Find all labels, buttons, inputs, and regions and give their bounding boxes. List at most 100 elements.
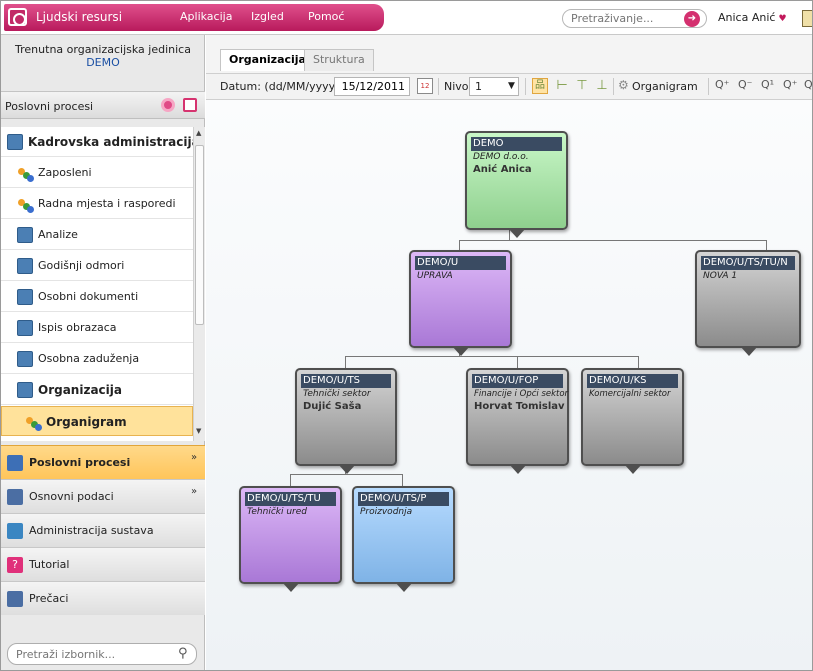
help-icon: ?: [7, 557, 23, 573]
chevron-double-down-icon: »: [191, 486, 198, 497]
expand-arrow-icon[interactable]: [282, 582, 300, 592]
org-node-demo-u-ts[interactable]: DEMO/U/TS Tehnički sektor Dujić Saša: [295, 368, 397, 474]
org-unit-info: Trenutna organizacijska jedinica DEMO: [1, 43, 205, 69]
org-node-code: DEMO/U/TS/P: [358, 492, 449, 506]
org-node-name: Tehnički sektor: [303, 389, 371, 399]
sidebar-menu: Kadrovska administracija Zaposleni Radna…: [1, 127, 193, 441]
people-icon: [18, 197, 34, 213]
grid-icon: [17, 227, 33, 243]
menu-izgled[interactable]: Izgled: [251, 10, 284, 23]
tab-organizacija[interactable]: Organizacija: [220, 49, 315, 71]
org-node-code: DEMO/U/TS/TU: [245, 492, 336, 506]
org-node-demo-u-fop[interactable]: DEMO/U/FOP Financije i Opći sektor Horva…: [466, 368, 569, 474]
sidebar-item-ispis-obrazaca[interactable]: Ispis obrazaca: [1, 313, 193, 343]
calendar-icon[interactable]: [802, 10, 812, 27]
sidebar-item-radna-mjesta[interactable]: Radna mjesta i rasporedi: [1, 189, 193, 219]
org-node-code: DEMO/U: [415, 256, 506, 270]
scroll-up-icon[interactable]: ▲: [196, 129, 201, 137]
sidebar-section-header: Poslovni procesi: [1, 91, 205, 119]
accordion-precaci[interactable]: Prečaci: [1, 581, 205, 615]
date-label: Datum: (dd/MM/yyyy): [220, 80, 340, 93]
org-node-demo[interactable]: DEMO DEMO d.o.o. Anić Anica: [465, 131, 568, 238]
sidebar-search-input[interactable]: [16, 647, 166, 661]
search-go-icon[interactable]: ➜: [684, 11, 700, 27]
zoom-reset-icon[interactable]: Q¹: [761, 78, 777, 94]
org-node-demo-u-ts-tu-n[interactable]: DEMO/U/TS/TU/N NOVA 1: [695, 250, 801, 356]
tree-horizontal-icon[interactable]: ⊢: [554, 78, 570, 94]
sidebar-item-label: Zaposleni: [38, 166, 92, 179]
org-node-name: Financije i Opći sektor: [474, 389, 569, 399]
org-node-demo-u-ts-tu[interactable]: DEMO/U/TS/TU Tehnički ured: [239, 486, 342, 592]
nivo-label: Nivo: [444, 80, 469, 93]
global-search-input[interactable]: [571, 11, 681, 26]
sidebar-item-analize[interactable]: Analize: [1, 220, 193, 250]
expand-arrow-icon[interactable]: [338, 464, 356, 474]
sidebar-item-organigram[interactable]: Organigram: [1, 406, 193, 436]
sidebar-item-godisnji-odmori[interactable]: Godišnji odmori: [1, 251, 193, 281]
tree-view-icon[interactable]: 品: [532, 78, 548, 94]
org-node-demo-u-ks[interactable]: DEMO/U/KS Komercijalni sektor: [581, 368, 684, 474]
date-field[interactable]: [334, 77, 410, 96]
toolbar-separator: [438, 78, 439, 95]
expand-arrow-icon[interactable]: [509, 464, 527, 474]
scroll-down-icon[interactable]: ▼: [196, 427, 201, 435]
sidebar-item-kadrovska-administracija[interactable]: Kadrovska administracija: [1, 127, 193, 157]
accordion-label: Osnovni podaci: [29, 490, 114, 503]
sidebar-item-label: Ispis obrazaca: [38, 321, 117, 334]
top-bar: Ljudski resursi Aplikacija Izgled Pomoć …: [1, 1, 812, 35]
tree-right-icon[interactable]: ⊥: [594, 78, 610, 94]
org-node-demo-u-ts-p[interactable]: DEMO/U/TS/P Proizvodnja: [352, 486, 455, 592]
user-menu[interactable]: Anica Anić ♥: [718, 11, 787, 24]
connector-line: [638, 356, 639, 368]
tree-left-icon[interactable]: ⊤: [574, 78, 590, 94]
accordion-osnovni-podaci[interactable]: Osnovni podaci »: [1, 479, 205, 513]
connector-line: [517, 356, 518, 368]
org-node-code: DEMO/U/KS: [587, 374, 678, 388]
zoom-out-icon[interactable]: Q⁻: [738, 78, 754, 94]
admin-gear-icon: [7, 523, 23, 539]
expand-arrow-icon[interactable]: [395, 582, 413, 592]
sidebar: Trenutna organizacijska jedinica DEMO Po…: [1, 35, 205, 670]
expand-arrow-icon[interactable]: [508, 228, 526, 238]
org-node-code: DEMO: [471, 137, 562, 151]
connector-line: [402, 474, 403, 486]
accordion-poslovni-procesi[interactable]: Poslovni procesi »: [1, 445, 205, 479]
expand-arrow-icon[interactable]: [740, 346, 758, 356]
connector-line: [459, 240, 766, 241]
sidebar-item-osobni-dokumenti[interactable]: Osobni dokumenti: [1, 282, 193, 312]
accordion-tutorial[interactable]: ? Tutorial: [1, 547, 205, 581]
zoom-in-icon[interactable]: Q⁺: [715, 78, 731, 94]
organigram-canvas: DEMO DEMO d.o.o. Anić Anica DEMO/U UPRAV…: [206, 100, 812, 670]
sidebar-item-label: Radna mjesta i rasporedi: [38, 197, 176, 210]
org-node-person: Dujić Saša: [303, 401, 362, 412]
sidebar-item-label: Analize: [38, 228, 78, 241]
toolbar-separator: [708, 78, 709, 95]
org-unit-value[interactable]: DEMO: [1, 56, 205, 69]
sidebar-item-zaposleni[interactable]: Zaposleni: [1, 158, 193, 188]
zoom-fit-icon[interactable]: Q⁺: [783, 78, 799, 94]
menu-pomoc[interactable]: Pomoć: [308, 10, 344, 23]
sidebar-item-osobna-zaduzenja[interactable]: Osobna zaduženja: [1, 344, 193, 374]
expand-arrow-icon[interactable]: [624, 464, 642, 474]
org-unit-label: Trenutna organizacijska jedinica: [15, 43, 191, 56]
menu-aplikacija[interactable]: Aplikacija: [180, 10, 232, 23]
nivo-select[interactable]: 1 ▼: [469, 77, 519, 96]
accordion-administracija-sustava[interactable]: Administracija sustava: [1, 513, 205, 547]
settings-icon[interactable]: [161, 98, 175, 112]
folder-icon: [17, 351, 33, 367]
heart-dropdown-icon: ♥: [778, 14, 787, 24]
sidebar-item-organizacija[interactable]: Organizacija: [1, 375, 193, 405]
sidebar-search[interactable]: ⚲: [7, 643, 197, 665]
zoom-more-icon[interactable]: Q: [804, 78, 812, 94]
scroll-thumb[interactable]: [195, 145, 204, 325]
tab-bar: Organizacija Struktura: [206, 35, 812, 74]
copy-icon[interactable]: [183, 98, 197, 112]
expand-arrow-icon[interactable]: [452, 346, 470, 356]
org-node-demo-u[interactable]: DEMO/U UPRAVA: [409, 250, 512, 356]
toolbar-separator: [613, 78, 614, 95]
organigram-button[interactable]: Organigram: [632, 80, 698, 93]
calendar-picker-icon[interactable]: 12: [417, 78, 433, 94]
sidebar-scrollbar[interactable]: ▲ ▼: [193, 127, 205, 441]
tab-struktura[interactable]: Struktura: [304, 49, 374, 71]
search-icon[interactable]: ⚲: [178, 646, 188, 661]
